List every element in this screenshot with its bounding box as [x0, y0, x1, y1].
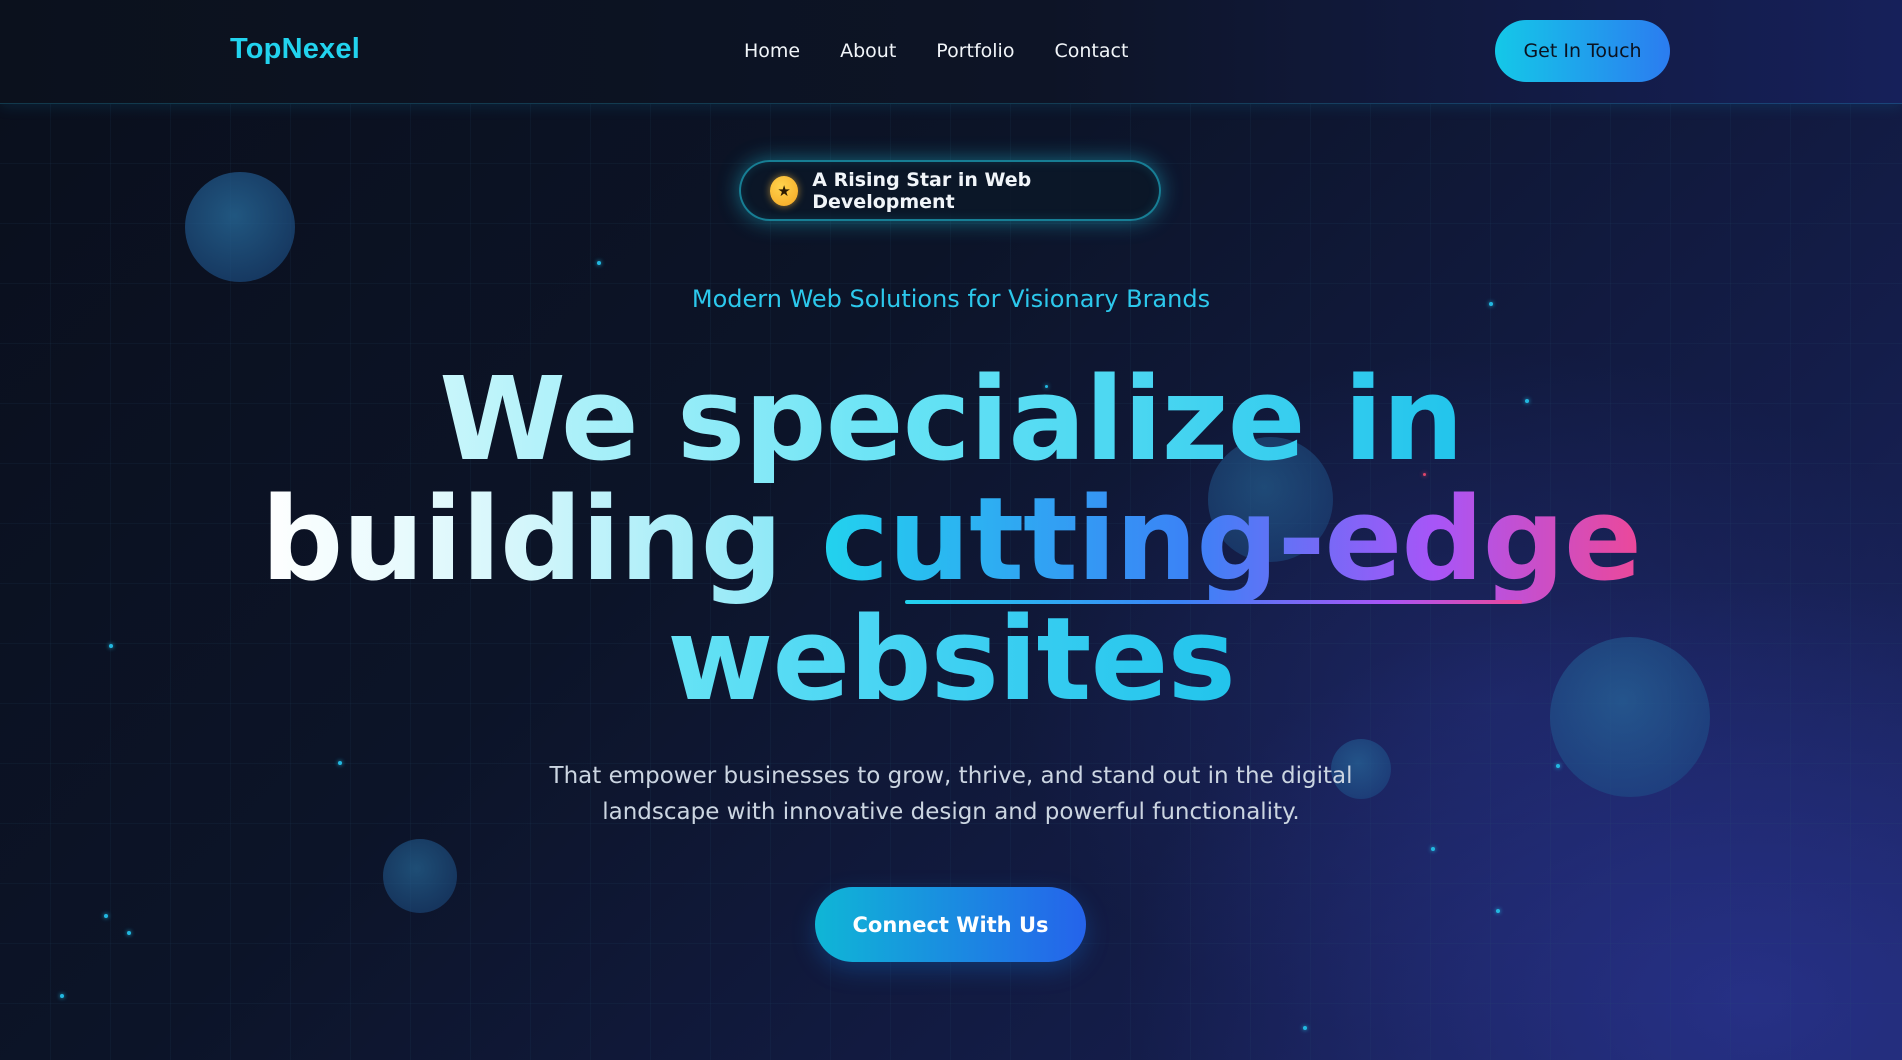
get-in-touch-button[interactable]: Get In Touch	[1495, 20, 1670, 82]
accent-underline	[905, 600, 1522, 604]
description-line-2: landscape with innovative design and pow…	[602, 799, 1300, 825]
decorative-dot	[597, 261, 601, 265]
decorative-dot	[104, 914, 108, 918]
decorative-bubble	[185, 172, 295, 282]
nav-link-contact[interactable]: Contact	[1054, 40, 1128, 62]
description-line-1: That empower businesses to grow, thrive,…	[549, 763, 1353, 789]
badge-text: A Rising Star in Web Development	[812, 168, 1032, 213]
top-navbar: TopNexel Home About Portfolio Contact Ge…	[0, 0, 1902, 104]
headline-line-1: We specialize in	[439, 353, 1464, 487]
decorative-dot	[1496, 909, 1500, 913]
nav-links: Home About Portfolio Contact	[744, 40, 1128, 62]
nav-link-about[interactable]: About	[840, 40, 896, 62]
decorative-dot	[60, 994, 64, 998]
decorative-dot	[1303, 1026, 1307, 1030]
hero-subtitle: Modern Web Solutions for Visionary Brand…	[691, 285, 1211, 313]
hero-headline: We specialize in building cutting-edge w…	[0, 360, 1902, 720]
headline-line-3: websites	[667, 593, 1236, 727]
brand-logo[interactable]: TopNexel	[230, 33, 360, 66]
decorative-dot	[127, 931, 131, 935]
decorative-bubble	[383, 839, 457, 913]
nav-link-portfolio[interactable]: Portfolio	[936, 40, 1014, 62]
headline-accent-text: cutting-edge	[821, 473, 1642, 607]
headline-line-2-plain: building	[261, 473, 783, 607]
nav-link-home[interactable]: Home	[744, 40, 800, 62]
hero-badge: ★ A Rising Star in Web Development	[739, 160, 1161, 221]
hero-description: That empower businesses to grow, thrive,…	[0, 758, 1902, 830]
decorative-dot	[1431, 847, 1435, 851]
star-icon: ★	[770, 175, 799, 206]
connect-with-us-button[interactable]: Connect With Us	[815, 887, 1086, 962]
